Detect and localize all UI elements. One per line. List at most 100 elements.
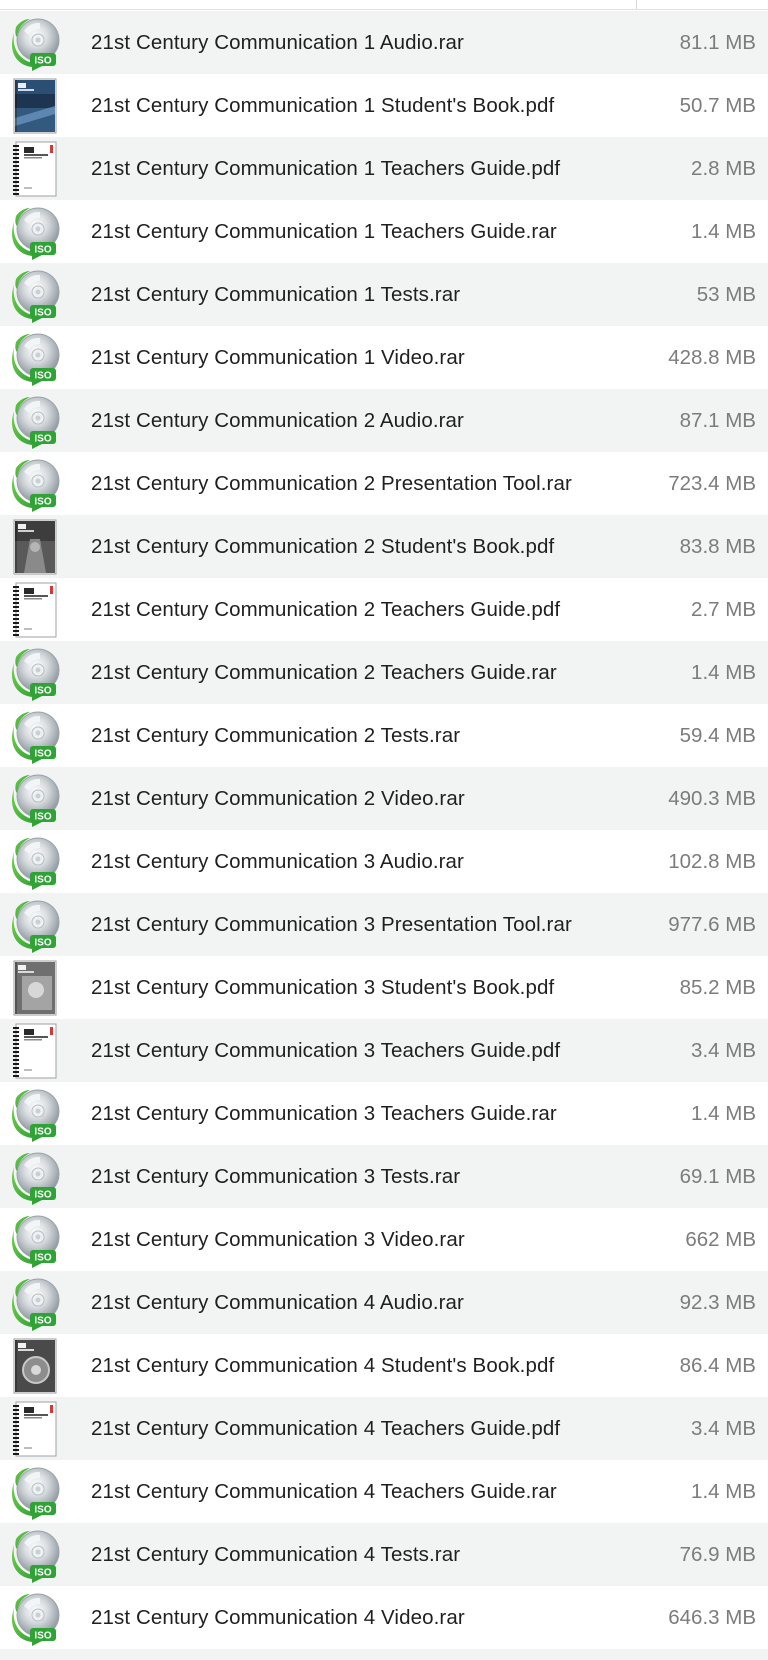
- file-name: 21st Century Communication 3 Audio.rar: [91, 850, 464, 873]
- svg-text:ISO: ISO: [34, 371, 51, 382]
- iso-archive-icon: ISO: [10, 708, 64, 764]
- file-row[interactable]: ISO 21st Century Communication 2 Video.r…: [0, 767, 768, 830]
- book-cover-icon: [10, 519, 64, 575]
- file-size: 3.4 MB: [691, 1039, 756, 1062]
- file-name: 21st Century Communication 1 Teachers Gu…: [91, 157, 561, 180]
- file-row[interactable]: 21st Century Communication 4 Student's B…: [0, 1334, 768, 1397]
- svg-text:ISO: ISO: [34, 1190, 51, 1201]
- file-size: 87.1 MB: [679, 409, 756, 432]
- file-size: 1.4 MB: [691, 220, 756, 243]
- file-row[interactable]: ISO 21st Century Communication 2 Tests.r…: [0, 704, 768, 767]
- file-row[interactable]: ISO 21st Century Communication 3 Video.r…: [0, 1208, 768, 1271]
- svg-text:ISO: ISO: [34, 812, 51, 823]
- iso-archive-icon: ISO: [10, 1149, 64, 1205]
- file-name: 21st Century Communication 2 Teachers Gu…: [91, 598, 561, 621]
- file-row[interactable]: 21st Century Communication 3 Student's B…: [0, 956, 768, 1019]
- file-row[interactable]: ISO 21st Century Communication 4 Tests.r…: [0, 1523, 768, 1586]
- file-row[interactable]: ISO 21st Century Communication 1 Tests.r…: [0, 263, 768, 326]
- file-size: 977.6 MB: [668, 913, 756, 936]
- file-row[interactable]: ISO 21st Century Communication 2 Present…: [0, 452, 768, 515]
- svg-text:ISO: ISO: [34, 1631, 51, 1642]
- file-row[interactable]: ISO 21st Century Communication 3 Present…: [0, 893, 768, 956]
- file-name: 21st Century Communication 1 Student's B…: [91, 94, 555, 117]
- file-size: 1.4 MB: [691, 1480, 756, 1503]
- file-row[interactable]: ISO 21st Century Communication 3 Audio.r…: [0, 830, 768, 893]
- list-bottom-edge: [0, 1649, 768, 1660]
- iso-archive-icon: ISO: [10, 330, 64, 386]
- column-header-edge: [0, 0, 768, 10]
- file-name: 21st Century Communication 4 Teachers Gu…: [91, 1480, 557, 1503]
- file-name: 21st Century Communication 4 Teachers Gu…: [91, 1417, 561, 1440]
- iso-archive-icon: ISO: [10, 645, 64, 701]
- file-row[interactable]: ISO 21st Century Communication 4 Teacher…: [0, 1460, 768, 1523]
- file-row[interactable]: ISO 21st Century Communication 3 Teacher…: [0, 1082, 768, 1145]
- column-divider[interactable]: [636, 0, 637, 9]
- file-row[interactable]: ISO 21st Century Communication 3 Tests.r…: [0, 1145, 768, 1208]
- file-size: 69.1 MB: [679, 1165, 756, 1188]
- file-row[interactable]: 21st Century Communication 4 Teachers Gu…: [0, 1397, 768, 1460]
- file-row[interactable]: 21st Century Communication 2 Teachers Gu…: [0, 578, 768, 641]
- svg-text:ISO: ISO: [34, 1127, 51, 1138]
- svg-text:ISO: ISO: [34, 1568, 51, 1579]
- svg-text:ISO: ISO: [34, 56, 51, 67]
- iso-archive-icon: ISO: [10, 204, 64, 260]
- teachers-guide-cover-icon: [10, 1023, 64, 1079]
- file-name: 21st Century Communication 4 Student's B…: [91, 1354, 555, 1377]
- file-name: 21st Century Communication 3 Tests.rar: [91, 1165, 461, 1188]
- file-size: 50.7 MB: [679, 94, 756, 117]
- book-cover-icon: [10, 960, 64, 1016]
- iso-archive-icon: ISO: [10, 267, 64, 323]
- file-name: 21st Century Communication 1 Video.rar: [91, 346, 465, 369]
- file-name: 21st Century Communication 3 Student's B…: [91, 976, 555, 999]
- file-row[interactable]: 21st Century Communication 2 Student's B…: [0, 515, 768, 578]
- file-name: 21st Century Communication 2 Video.rar: [91, 787, 465, 810]
- file-size: 83.8 MB: [679, 535, 756, 558]
- iso-archive-icon: ISO: [10, 456, 64, 512]
- iso-archive-icon: ISO: [10, 1212, 64, 1268]
- file-row[interactable]: ISO 21st Century Communication 1 Teacher…: [0, 200, 768, 263]
- svg-text:ISO: ISO: [34, 308, 51, 319]
- file-size: 92.3 MB: [679, 1291, 756, 1314]
- file-size: 102.8 MB: [668, 850, 756, 873]
- file-size: 76.9 MB: [679, 1543, 756, 1566]
- file-row[interactable]: ISO 21st Century Communication 2 Audio.r…: [0, 389, 768, 452]
- teachers-guide-cover-icon: [10, 1401, 64, 1457]
- file-name: 21st Century Communication 4 Tests.rar: [91, 1543, 461, 1566]
- file-row[interactable]: ISO 21st Century Communication 1 Video.r…: [0, 326, 768, 389]
- file-row[interactable]: ISO 21st Century Communication 4 Audio.r…: [0, 1271, 768, 1334]
- file-size: 646.3 MB: [668, 1606, 756, 1629]
- book-cover-icon: [10, 1338, 64, 1394]
- file-size: 3.4 MB: [691, 1417, 756, 1440]
- file-row[interactable]: 21st Century Communication 1 Student's B…: [0, 74, 768, 137]
- iso-archive-icon: ISO: [10, 1590, 64, 1646]
- svg-text:ISO: ISO: [34, 875, 51, 886]
- file-size: 490.3 MB: [668, 787, 756, 810]
- file-size: 53 MB: [696, 283, 756, 306]
- iso-archive-icon: ISO: [10, 771, 64, 827]
- svg-text:ISO: ISO: [34, 434, 51, 445]
- file-name: 21st Century Communication 3 Video.rar: [91, 1228, 465, 1251]
- file-size: 662 MB: [685, 1228, 756, 1251]
- file-name: 21st Century Communication 3 Teachers Gu…: [91, 1039, 561, 1062]
- file-row[interactable]: ISO 21st Century Communication 1 Audio.r…: [0, 11, 768, 74]
- svg-text:ISO: ISO: [34, 686, 51, 697]
- file-row[interactable]: ISO 21st Century Communication 2 Teacher…: [0, 641, 768, 704]
- file-size: 59.4 MB: [679, 724, 756, 747]
- file-size: 85.2 MB: [679, 976, 756, 999]
- file-row[interactable]: 21st Century Communication 3 Teachers Gu…: [0, 1019, 768, 1082]
- file-name: 21st Century Communication 2 Presentatio…: [91, 472, 572, 495]
- svg-text:ISO: ISO: [34, 245, 51, 256]
- svg-text:ISO: ISO: [34, 1253, 51, 1264]
- file-size: 86.4 MB: [679, 1354, 756, 1377]
- svg-text:ISO: ISO: [34, 749, 51, 760]
- file-size: 2.7 MB: [691, 598, 756, 621]
- iso-archive-icon: ISO: [10, 15, 64, 71]
- file-row[interactable]: 21st Century Communication 1 Teachers Gu…: [0, 137, 768, 200]
- file-name: 21st Century Communication 4 Video.rar: [91, 1606, 465, 1629]
- file-row[interactable]: ISO 21st Century Communication 4 Video.r…: [0, 1586, 768, 1649]
- file-name: 21st Century Communication 1 Tests.rar: [91, 283, 461, 306]
- iso-archive-icon: ISO: [10, 897, 64, 953]
- file-name: 21st Century Communication 1 Audio.rar: [91, 31, 464, 54]
- file-size: 428.8 MB: [668, 346, 756, 369]
- teachers-guide-cover-icon: [10, 141, 64, 197]
